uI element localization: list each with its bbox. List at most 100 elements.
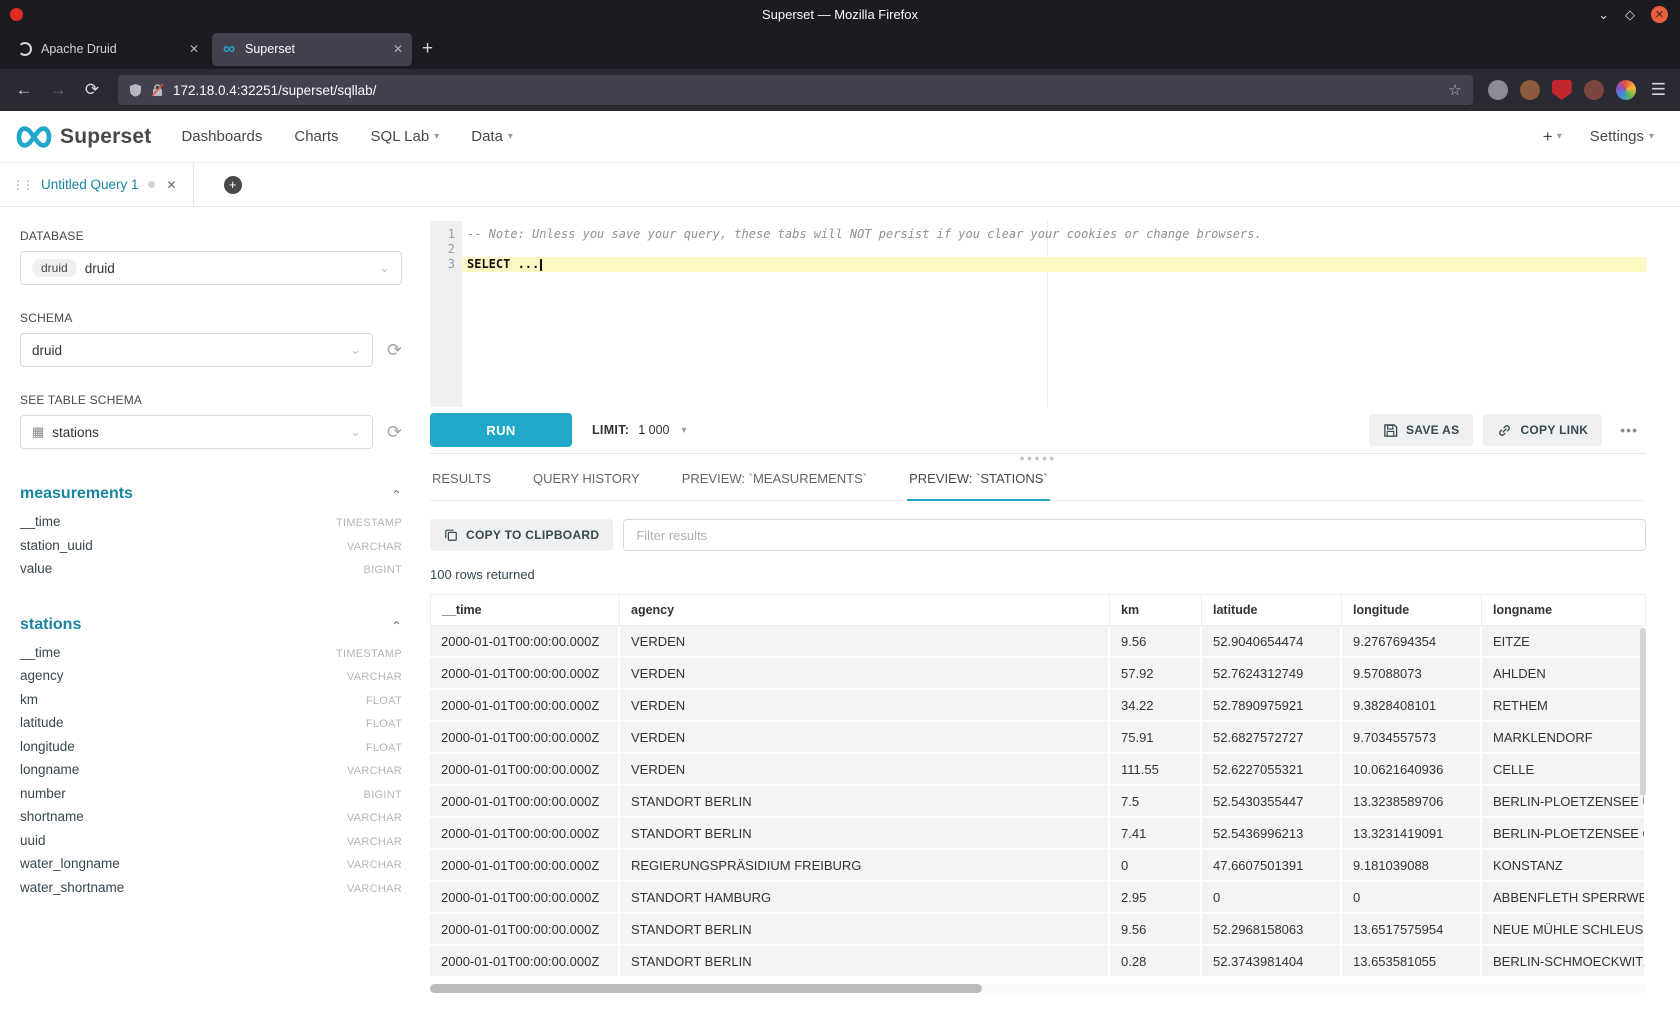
column-type: TIMESTAMP xyxy=(336,643,402,666)
table-cell: 10.0621640936 xyxy=(1342,754,1482,786)
schema-value: druid xyxy=(32,343,62,358)
copy-to-clipboard-button[interactable]: COPY TO CLIPBOARD xyxy=(430,519,613,551)
column-header[interactable]: longitude xyxy=(1342,594,1482,626)
table-row: 2000-01-01T00:00:00.000ZSTANDORT BERLIN7… xyxy=(430,786,1646,818)
window-close-icon[interactable]: ✕ xyxy=(1651,6,1668,23)
browser-tab-apache-druid[interactable]: Apache Druid ✕ xyxy=(8,33,208,66)
shield-icon[interactable] xyxy=(129,83,142,97)
limit-dropdown[interactable]: 1 000▾ xyxy=(638,423,686,437)
table-section-header[interactable]: stations⌄ xyxy=(20,616,402,634)
schema-select[interactable]: druid ⌄ xyxy=(20,333,373,367)
sql-editor[interactable]: 1 2 3 -- Note: Unless you save your quer… xyxy=(430,221,1646,407)
menu-hamburger-icon[interactable]: ☰ xyxy=(1651,80,1666,100)
database-value: druid xyxy=(85,261,115,276)
column-row: longnameVARCHAR xyxy=(20,759,402,783)
ublock-shield-icon[interactable] xyxy=(1552,80,1572,100)
unsaved-dot-icon xyxy=(148,181,155,188)
window-title: Superset — Mozilla Firefox xyxy=(0,7,1680,22)
table-row: 2000-01-01T00:00:00.000ZREGIERUNGSPRÄSID… xyxy=(430,850,1646,882)
horizontal-scrollbar-thumb[interactable] xyxy=(430,984,982,993)
chevron-up-icon[interactable]: ⌄ xyxy=(391,486,402,502)
browser-tab-superset[interactable]: ∞ Superset ✕ xyxy=(212,33,412,66)
column-header[interactable]: __time xyxy=(430,594,620,626)
table-row: 2000-01-01T00:00:00.000ZVERDEN57.9252.76… xyxy=(430,658,1646,690)
nav-dashboards[interactable]: Dashboards xyxy=(181,128,262,145)
superset-logo[interactable]: Superset xyxy=(14,124,151,150)
drag-handle-icon[interactable]: ⋮⋮ xyxy=(12,178,32,192)
table-cell: BERLIN-PLOETZENSEE OP xyxy=(1482,818,1646,850)
column-header[interactable]: km xyxy=(1110,594,1202,626)
window-maximize-icon[interactable]: ◇ xyxy=(1625,7,1635,23)
copy-link-button[interactable]: COPY LINK xyxy=(1483,414,1602,446)
column-type: VARCHAR xyxy=(347,854,402,877)
refresh-schema-icon[interactable]: ⟳ xyxy=(387,340,402,361)
window-minimize-icon[interactable]: ⌄ xyxy=(1598,7,1609,23)
add-query-tab-button[interactable]: + xyxy=(224,176,242,194)
column-row: water_shortnameVARCHAR xyxy=(20,877,402,901)
extension-icon[interactable] xyxy=(1520,80,1540,100)
refresh-table-icon[interactable]: ⟳ xyxy=(387,422,402,443)
save-icon xyxy=(1383,423,1398,438)
nav-charts[interactable]: Charts xyxy=(294,128,338,145)
chevron-up-icon[interactable]: ⌄ xyxy=(391,617,402,633)
tab-results[interactable]: RESULTS xyxy=(430,465,493,501)
table-section-header[interactable]: measurements⌄ xyxy=(20,485,402,503)
table-cell: 2000-01-01T00:00:00.000Z xyxy=(430,658,620,690)
table-vertical-scrollbar[interactable] xyxy=(1640,628,1646,796)
filter-results-input[interactable] xyxy=(623,519,1646,551)
bookmark-star-icon[interactable]: ☆ xyxy=(1448,81,1461,99)
tab-preview-stations[interactable]: PREVIEW: `STATIONS` xyxy=(907,465,1050,501)
url-bar[interactable]: 172.18.0.4:32251/superset/sqllab/ ☆ xyxy=(118,75,1473,105)
table-cell: 34.22 xyxy=(1110,690,1202,722)
pocket-icon[interactable] xyxy=(1488,80,1508,100)
save-as-button[interactable]: SAVE AS xyxy=(1369,414,1473,446)
back-icon[interactable]: ← xyxy=(8,75,40,105)
extension-icon[interactable] xyxy=(1584,80,1604,100)
database-select[interactable]: druid druid ⌄ xyxy=(20,251,402,285)
results-tab-bar: RESULTS QUERY HISTORY PREVIEW: `MEASUREM… xyxy=(430,465,1646,501)
table-cell: 75.91 xyxy=(1110,722,1202,754)
column-header[interactable]: agency xyxy=(620,594,1110,626)
more-actions-button[interactable]: ••• xyxy=(1612,422,1646,438)
query-tab-close-icon[interactable]: ✕ xyxy=(167,178,177,192)
url-text[interactable]: 172.18.0.4:32251/superset/sqllab/ xyxy=(173,83,376,98)
table-cell: 13.3238589706 xyxy=(1342,786,1482,818)
column-row: __timeTIMESTAMP xyxy=(20,642,402,666)
table-section-measurements: measurements⌄__timeTIMESTAMPstation_uuid… xyxy=(20,485,402,582)
column-header[interactable]: longname xyxy=(1482,594,1646,626)
table-row: 2000-01-01T00:00:00.000ZSTANDORT BERLIN0… xyxy=(430,946,1646,978)
nav-data[interactable]: Data▾ xyxy=(471,128,513,145)
nav-sql-lab[interactable]: SQL Lab▾ xyxy=(371,128,440,145)
column-name: latitude xyxy=(20,712,64,735)
text-cursor xyxy=(540,259,542,271)
forward-icon[interactable]: → xyxy=(42,75,74,105)
insecure-lock-icon[interactable] xyxy=(151,83,164,97)
tab-query-history[interactable]: QUERY HISTORY xyxy=(531,465,642,501)
column-name: value xyxy=(20,558,52,581)
tab-close-icon[interactable]: ✕ xyxy=(189,42,199,56)
horizontal-scrollbar-track[interactable] xyxy=(430,984,1646,993)
table-grid-icon: ▦ xyxy=(32,424,44,440)
results-table-header: __timeagencykmlatitudelongitudelongname xyxy=(430,594,1646,626)
run-button[interactable]: RUN xyxy=(430,413,572,447)
extension-pinwheel-icon[interactable] xyxy=(1616,80,1636,100)
superset-favicon-icon: ∞ xyxy=(221,41,237,57)
pane-resize-handle[interactable]: ●●●●● xyxy=(1019,454,1056,462)
table-cell: 13.3231419091 xyxy=(1342,818,1482,850)
table-row: 2000-01-01T00:00:00.000ZVERDEN34.2252.78… xyxy=(430,690,1646,722)
tab-preview-measurements[interactable]: PREVIEW: `MEASUREMENTS` xyxy=(680,465,869,501)
column-header[interactable]: latitude xyxy=(1202,594,1342,626)
superset-header: Superset Dashboards Charts SQL Lab▾ Data… xyxy=(0,111,1680,163)
table-cell: 52.3743981404 xyxy=(1202,946,1342,978)
editor-active-line[interactable]: SELECT ... xyxy=(462,257,1646,272)
pane-splitter[interactable]: ●●●●● xyxy=(430,453,1646,465)
new-tab-button[interactable]: + xyxy=(422,38,433,60)
reload-icon[interactable]: ⟳ xyxy=(76,75,108,105)
table-select[interactable]: ▦ stations ⌄ xyxy=(20,415,373,449)
add-new-button[interactable]: +▾ xyxy=(1543,127,1562,147)
column-type: VARCHAR xyxy=(347,666,402,689)
query-tab-untitled-1[interactable]: ⋮⋮ Untitled Query 1 ✕ xyxy=(0,163,194,206)
settings-menu[interactable]: Settings▾ xyxy=(1590,128,1654,145)
tab-close-icon[interactable]: ✕ xyxy=(393,42,403,56)
table-cell: 9.7034557573 xyxy=(1342,722,1482,754)
